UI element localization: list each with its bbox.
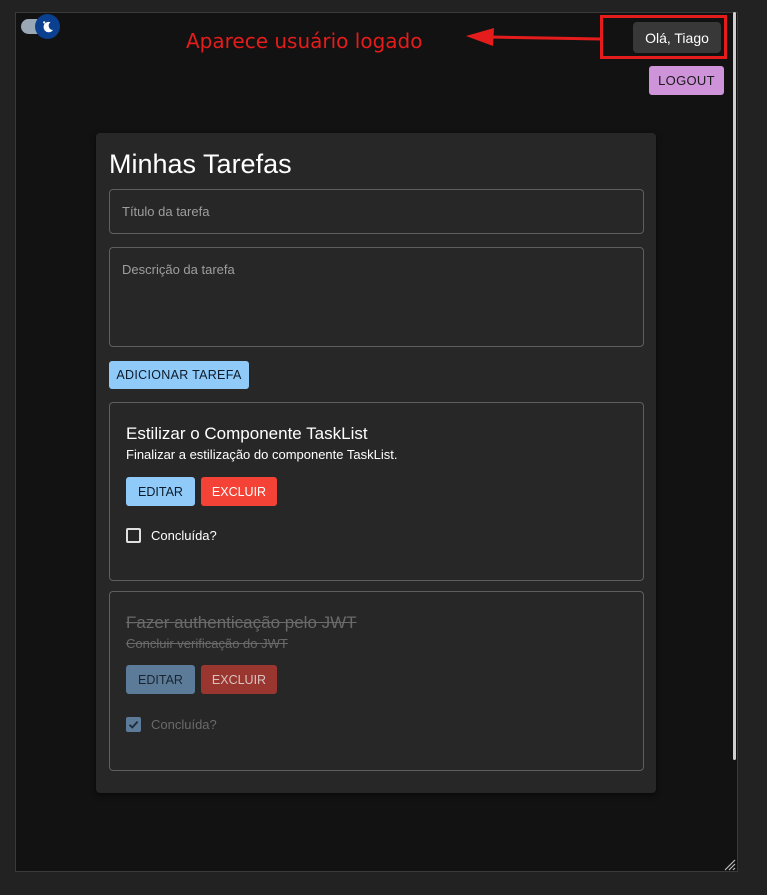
vertical-scrollbar[interactable]: [733, 12, 736, 760]
delete-task-button[interactable]: EXCLUIR: [201, 477, 277, 506]
completed-toggle[interactable]: Concluída?: [126, 714, 217, 734]
user-greeting: Olá, Tiago: [633, 22, 721, 53]
task-description: Finalizar a estilização do componente Ta…: [126, 447, 398, 462]
task-description-input[interactable]: Descrição da tarefa: [109, 247, 644, 347]
task-item: Fazer authenticação pelo JWT Concluir ve…: [109, 591, 644, 771]
task-title: Estilizar o Componente TaskList: [126, 424, 368, 443]
resize-grip-icon[interactable]: [722, 857, 736, 871]
logout-button[interactable]: LOGOUT: [649, 66, 724, 95]
task-title-placeholder: Título da tarefa: [122, 204, 210, 219]
edit-task-button[interactable]: EDITAR: [126, 477, 195, 506]
checkbox-checked-icon[interactable]: [126, 716, 141, 732]
task-panel: Minhas Tarefas Título da tarefa Descriçã…: [96, 133, 656, 793]
task-title: Fazer authenticação pelo JWT: [126, 613, 357, 632]
task-item: Estilizar o Componente TaskList Finaliza…: [109, 402, 644, 581]
theme-toggle[interactable]: [21, 14, 61, 40]
page-title: Minhas Tarefas: [109, 149, 292, 179]
annotation-label: Aparece usuário logado: [186, 29, 423, 53]
completed-label: Concluída?: [151, 716, 217, 732]
task-description-placeholder: Descrição da tarefa: [122, 262, 235, 277]
checkbox-unchecked-icon[interactable]: [126, 527, 141, 543]
delete-task-button[interactable]: EXCLUIR: [201, 665, 277, 694]
task-title-input[interactable]: Título da tarefa: [109, 189, 644, 234]
edit-task-button[interactable]: EDITAR: [126, 665, 195, 694]
toggle-thumb: [35, 14, 60, 39]
add-task-button[interactable]: ADICIONAR TAREFA: [109, 361, 249, 389]
completed-toggle[interactable]: Concluída?: [126, 525, 217, 545]
task-description: Concluir verificação do JWT: [126, 636, 288, 651]
completed-label: Concluída?: [151, 527, 217, 543]
moon-icon: [42, 20, 53, 32]
annotation-arrow-icon: [466, 28, 602, 46]
